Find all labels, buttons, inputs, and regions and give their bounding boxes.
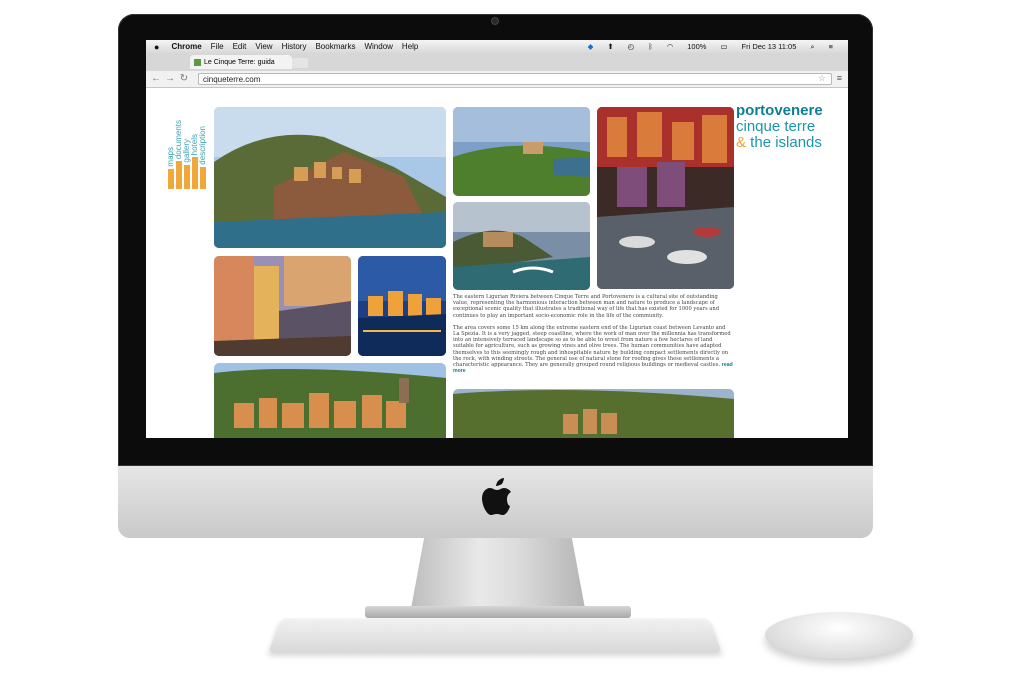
timemachine-icon[interactable]: ◴ — [628, 42, 635, 51]
description-paragraph-2-text: The area covers some 15 km along the ext… — [453, 324, 731, 369]
menu-help[interactable]: Help — [402, 42, 418, 51]
photo-vernazza-panorama[interactable] — [214, 363, 446, 438]
description-paragraph-2: The area covers some 15 km along the ext… — [453, 325, 733, 375]
camera — [492, 18, 498, 24]
menu-window[interactable]: Window — [364, 42, 392, 51]
back-arrow-icon[interactable]: ← — [150, 73, 162, 85]
screen: ● Chrome File Edit View History Bookmark… — [146, 40, 848, 438]
photo-village-sunset[interactable] — [214, 256, 351, 356]
battery-label: 100% — [687, 42, 707, 51]
brand-islands: the islands — [746, 134, 822, 151]
menu-chrome[interactable]: Chrome — [171, 42, 201, 51]
photo-coast-green[interactable] — [453, 107, 590, 196]
favicon-icon — [194, 58, 201, 66]
battery-icon[interactable]: ▭ — [720, 42, 727, 51]
hamburger-menu-icon[interactable]: ≡ — [837, 73, 842, 83]
menu-history[interactable]: History — [282, 42, 307, 51]
browser-tabbar: Le Cinque Terre: guida — [146, 53, 848, 71]
imac-stand — [410, 538, 586, 614]
bookmark-star-icon[interactable]: ☆ — [818, 73, 826, 84]
menu-bookmarks[interactable]: Bookmarks — [315, 42, 355, 51]
photo-vernazza-night[interactable] — [358, 256, 446, 356]
brand-ampersand: & — [736, 134, 747, 151]
brand-cinque-terre: cinque terre — [736, 118, 816, 135]
menu-file[interactable]: File — [211, 42, 224, 51]
menu-view[interactable]: View — [255, 42, 272, 51]
upload-icon[interactable]: ⬆ — [607, 42, 613, 51]
url-text: cinqueterre.com — [203, 75, 261, 84]
apple-logo-icon — [482, 478, 511, 515]
notification-icon[interactable]: ≡ — [829, 42, 833, 51]
wifi-icon[interactable]: ◠ — [667, 42, 674, 51]
imac-stand-foot — [365, 606, 631, 618]
spotlight-icon[interactable]: ⌕ — [810, 42, 814, 52]
mac-menubar: ● Chrome File Edit View History Bookmark… — [146, 40, 848, 53]
menubar-status-area: ◆ ⬆ ◴ ᛒ ◠ 100% ▭ Fri Dec 13 11:05 ⌕ ≡ — [588, 40, 842, 53]
description-paragraph-1: The eastern Ligurian Riviera between Cin… — [453, 294, 720, 319]
tab-title: Le Cinque Terre: guida — [204, 58, 275, 66]
reload-icon[interactable]: ↻ — [178, 73, 190, 85]
nav-description[interactable]: description — [198, 126, 207, 165]
photo-manarola-cliff[interactable] — [214, 107, 446, 248]
bluetooth-icon[interactable]: ᛒ — [648, 42, 653, 51]
site-nav: maps documents gallery hotels descriptio… — [166, 105, 210, 189]
menu-edit[interactable]: Edit — [233, 42, 247, 51]
keyboard — [268, 618, 722, 653]
photo-riomaggiore-harbor[interactable] — [597, 107, 734, 289]
photo-corniglia-hills[interactable] — [453, 389, 734, 438]
address-bar[interactable]: cinqueterre.com — [198, 73, 832, 85]
photo-sea-rocks[interactable] — [453, 202, 590, 290]
forward-arrow-icon[interactable]: → — [164, 73, 176, 85]
webpage: maps documents gallery hotels descriptio… — [146, 88, 848, 438]
browser-toolbar: ← → ↻ cinqueterre.com ☆ ≡ — [146, 71, 848, 88]
site-brand[interactable]: portovenere cinque terre & the islands — [736, 103, 823, 151]
dropbox-icon[interactable]: ◆ — [588, 42, 594, 51]
new-tab-button[interactable] — [292, 58, 308, 68]
clock[interactable]: Fri Dec 13 11:05 — [742, 42, 797, 51]
magic-mouse — [765, 612, 913, 658]
apple-menu-icon[interactable]: ● — [154, 42, 159, 52]
browser-tab[interactable]: Le Cinque Terre: guida — [190, 55, 292, 69]
site-description: The eastern Ligurian Riviera between Cin… — [453, 294, 733, 380]
brand-portovenere: portovenere — [736, 102, 823, 119]
